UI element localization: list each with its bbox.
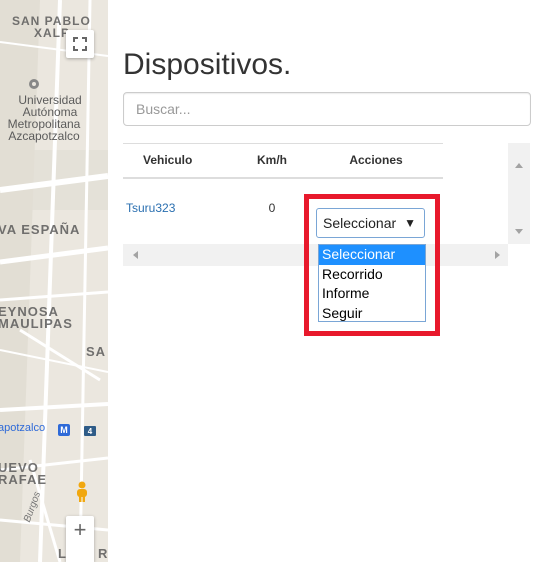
table-header-row: Vehiculo Km/h Acciones: [123, 143, 443, 179]
scroll-down-icon[interactable]: [515, 229, 523, 234]
map-panel[interactable]: SAN PABLO XALP Universidad Autónoma Metr…: [0, 0, 108, 562]
fullscreen-button[interactable]: [66, 30, 94, 58]
scroll-right-icon[interactable]: [495, 251, 500, 259]
vertical-scrollbar[interactable]: [508, 143, 530, 244]
header-acciones[interactable]: Acciones: [309, 143, 443, 179]
search-input[interactable]: [123, 92, 531, 126]
map-label-azcapotzalco: Azcapotzalco: [8, 129, 80, 143]
map-label-nva-espana: VA ESPAÑA: [0, 222, 81, 237]
header-kmh[interactable]: Km/h: [235, 143, 309, 179]
scroll-left-icon[interactable]: [133, 251, 138, 259]
map-label-sa: SA: [86, 344, 107, 359]
pegman-icon: [77, 481, 87, 502]
scroll-up-icon[interactable]: [515, 163, 523, 168]
fullscreen-icon: [73, 37, 87, 51]
map-label-rafael: RAFAE: [0, 472, 48, 487]
zoom-in-button[interactable]: +: [66, 516, 94, 562]
route-shield-icon: 4: [84, 426, 96, 436]
map-label-metro-station: apotzalco: [0, 422, 46, 434]
vehicle-link[interactable]: Tsuru323: [126, 201, 175, 215]
header-vehiculo[interactable]: Vehiculo: [123, 143, 235, 179]
map-label-bottom-re: RE: [98, 546, 108, 561]
map-label-xalpa: XALP: [34, 26, 71, 40]
map-label-tamaulipas: MAULIPAS: [0, 316, 73, 331]
page-title: Dispositivos.: [123, 48, 292, 81]
highlight-box: [304, 194, 440, 336]
street-view-button[interactable]: [68, 478, 96, 506]
metro-icon: M: [58, 424, 70, 436]
university-poi-icon: [29, 79, 39, 89]
